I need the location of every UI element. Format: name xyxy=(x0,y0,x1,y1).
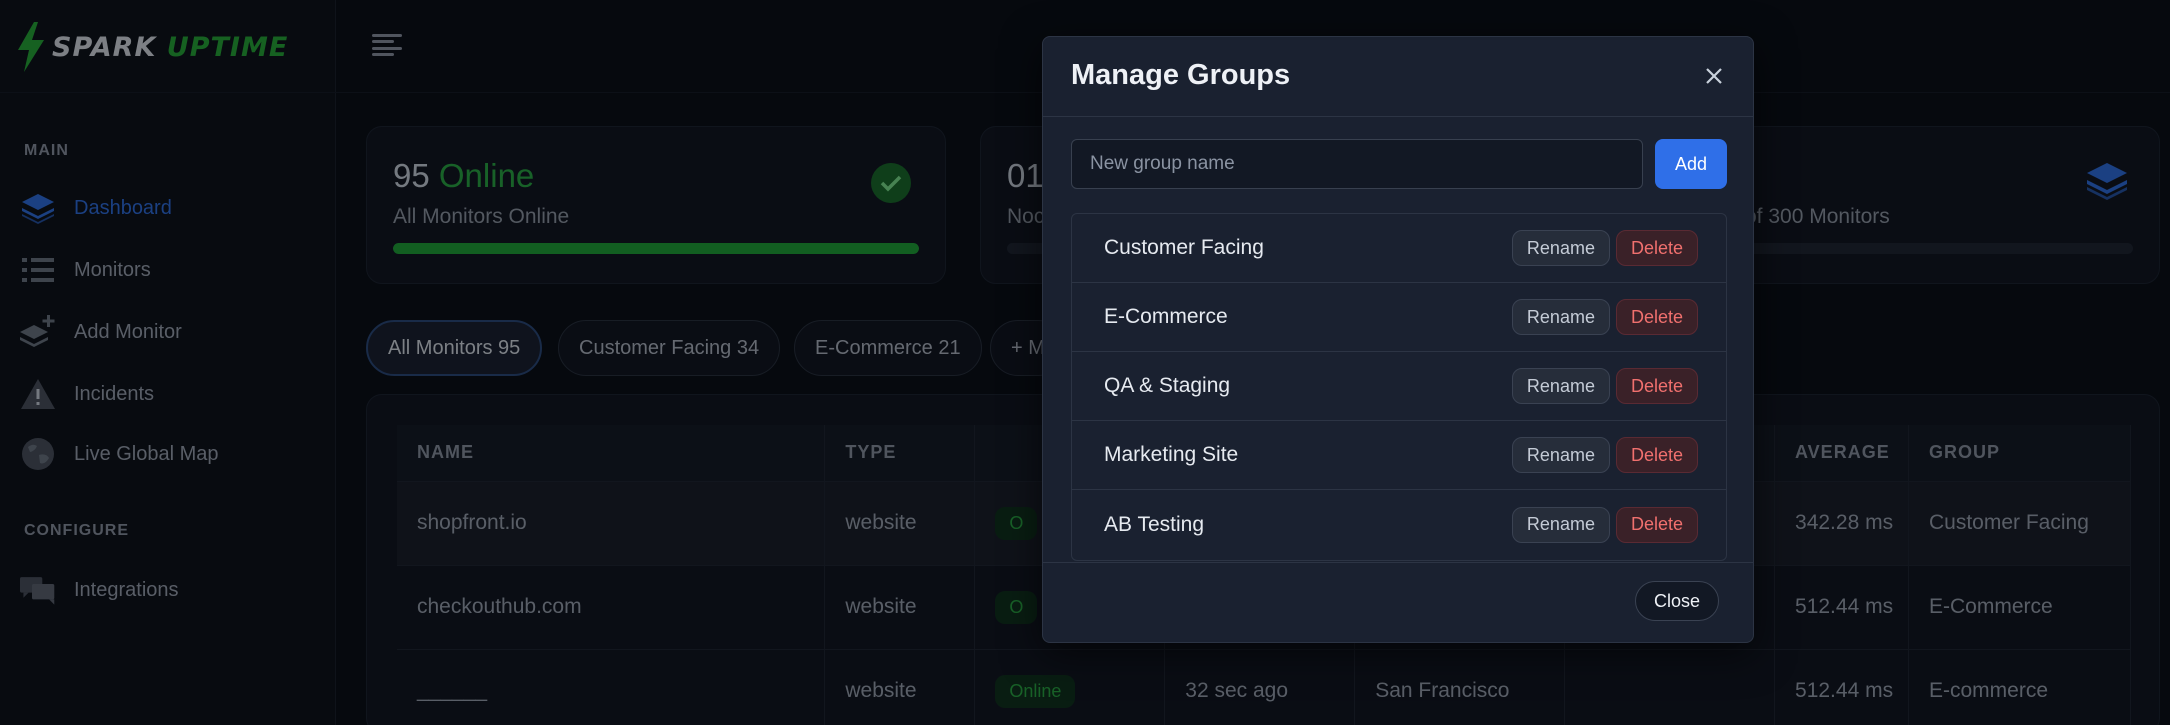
manage-groups-modal: Manage Groups Add Customer Facing Rename… xyxy=(1042,36,1754,643)
list-item: E-Commerce Rename Delete xyxy=(1072,283,1726,352)
list-item: AB Testing Rename Delete xyxy=(1072,490,1726,559)
rename-button[interactable]: Rename xyxy=(1511,230,1610,266)
delete-button[interactable]: Delete xyxy=(1615,506,1698,543)
list-item: Marketing Site Rename Delete xyxy=(1072,421,1726,490)
group-list: Customer Facing Rename Delete E-Commerce… xyxy=(1071,213,1727,561)
group-name: E-Commerce xyxy=(1104,305,1228,328)
modal-header: Manage Groups xyxy=(1043,37,1753,117)
delete-button[interactable]: Delete xyxy=(1615,230,1698,266)
delete-button[interactable]: Delete xyxy=(1615,368,1698,404)
modal-footer: Close xyxy=(1043,562,1753,642)
delete-button[interactable]: Delete xyxy=(1615,299,1698,335)
delete-button[interactable]: Delete xyxy=(1615,437,1698,473)
modal-title: Manage Groups xyxy=(1071,59,1291,91)
list-item: Customer Facing Rename Delete xyxy=(1072,214,1726,283)
group-name: QA & Staging xyxy=(1104,374,1231,397)
close-button[interactable]: Close xyxy=(1634,581,1719,621)
add-group-button[interactable]: Add xyxy=(1655,139,1727,189)
rename-button[interactable]: Rename xyxy=(1511,506,1610,543)
rename-button[interactable]: Rename xyxy=(1511,299,1610,335)
rename-button[interactable]: Rename xyxy=(1511,368,1610,404)
group-name: Marketing Site xyxy=(1104,443,1239,466)
list-item: QA & Staging Rename Delete xyxy=(1072,352,1726,421)
close-icon[interactable] xyxy=(1701,63,1727,89)
rename-button[interactable]: Rename xyxy=(1511,437,1610,473)
group-name: AB Testing xyxy=(1104,512,1205,536)
group-name: Customer Facing xyxy=(1104,236,1264,259)
new-group-name-input[interactable] xyxy=(1071,139,1643,189)
